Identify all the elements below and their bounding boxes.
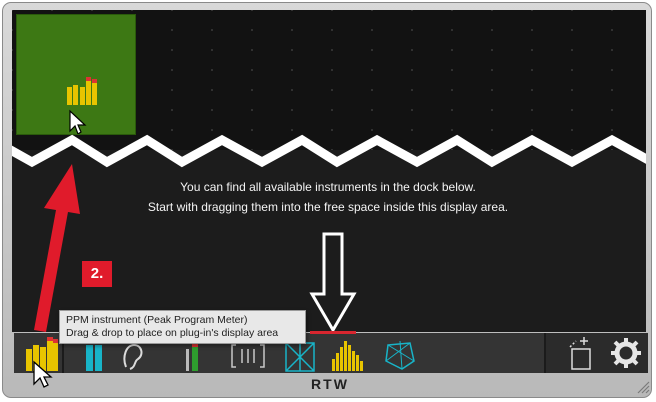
dock-spectrum-instrument[interactable] bbox=[328, 333, 368, 373]
add-window-icon bbox=[569, 337, 591, 370]
tooltip-hint: Drag & drop to place on plug-in's displa… bbox=[66, 327, 279, 339]
cursor-icon bbox=[33, 360, 53, 388]
dock-surround-instrument[interactable] bbox=[380, 333, 420, 373]
step-badge: 2. bbox=[82, 261, 112, 287]
new-window-button[interactable] bbox=[564, 333, 600, 373]
spectrum-icon bbox=[332, 341, 363, 371]
down-arrow-icon bbox=[309, 232, 357, 333]
hover-indicator bbox=[310, 331, 356, 334]
dock-controls bbox=[544, 333, 648, 373]
surround-icon bbox=[385, 340, 415, 370]
tooltip: PPM instrument (Peak Program Meter) Drag… bbox=[59, 310, 306, 344]
instruction-line-2: Start with dragging them into the free s… bbox=[147, 200, 509, 214]
dock-separator bbox=[544, 333, 546, 373]
resize-grip-icon[interactable] bbox=[636, 380, 650, 394]
rtw-logo: RTW bbox=[311, 376, 349, 392]
tooltip-title: PPM instrument (Peak Program Meter) bbox=[66, 314, 248, 326]
instruction-line-1: You can find all available instruments i… bbox=[180, 180, 476, 194]
settings-button[interactable] bbox=[608, 333, 644, 373]
gear-icon bbox=[611, 338, 641, 368]
